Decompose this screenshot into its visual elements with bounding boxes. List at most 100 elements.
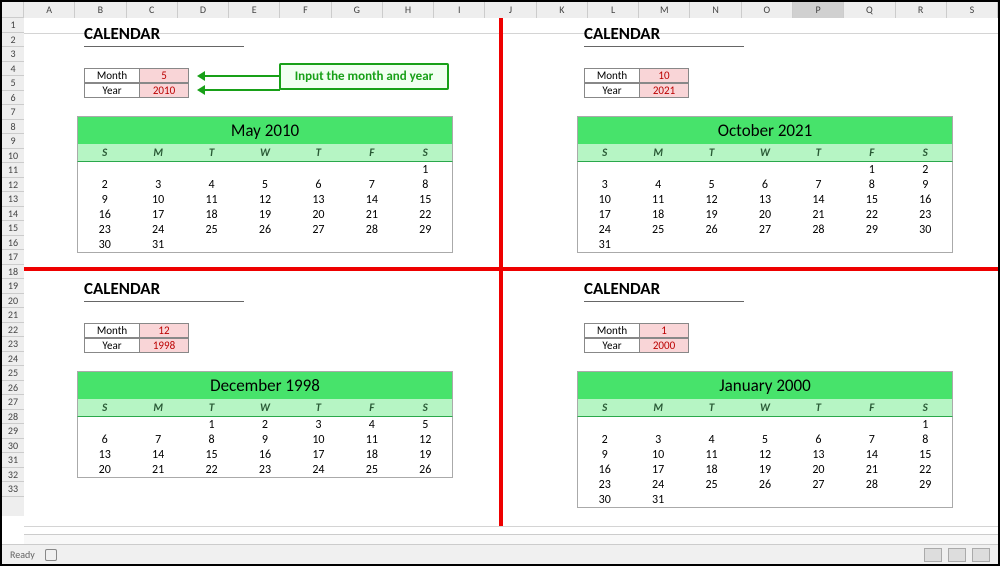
calendar-cell[interactable]: [738, 492, 791, 507]
row-header-9[interactable]: 9: [2, 134, 24, 149]
column-header-K[interactable]: K: [537, 2, 588, 18]
calendar-cell[interactable]: [792, 492, 845, 507]
calendar-cell[interactable]: 13: [292, 192, 345, 207]
calendar-cell[interactable]: 25: [631, 222, 684, 237]
calendar-cell[interactable]: 1: [899, 417, 952, 432]
calendar-cell[interactable]: [685, 492, 738, 507]
row-header-18[interactable]: 18: [2, 265, 24, 280]
calendar-cell[interactable]: 24: [292, 462, 345, 477]
calendar-cell[interactable]: 22: [399, 207, 452, 222]
calendar-cell[interactable]: 23: [899, 207, 952, 222]
row-header-32[interactable]: 32: [2, 468, 24, 483]
row-header-25[interactable]: 25: [2, 366, 24, 381]
calendar-cell[interactable]: 6: [792, 432, 845, 447]
calendar-cell[interactable]: 14: [131, 447, 184, 462]
calendar-cell[interactable]: 14: [345, 192, 398, 207]
calendar-cell[interactable]: 9: [238, 432, 291, 447]
calendar-cell[interactable]: 2: [78, 177, 131, 192]
row-header-26[interactable]: 26: [2, 381, 24, 396]
calendar-cell[interactable]: 27: [292, 222, 345, 237]
calendar-cell[interactable]: 30: [78, 237, 131, 252]
calendar-cell[interactable]: 22: [845, 207, 898, 222]
row-header-3[interactable]: 3: [2, 47, 24, 62]
calendar-cell[interactable]: 14: [792, 192, 845, 207]
row-header-4[interactable]: 4: [2, 62, 24, 77]
worksheet-area[interactable]: CALENDAR Month 5 Year 2010 May 2010 SMTW…: [24, 18, 998, 544]
calendar-cell[interactable]: 21: [845, 462, 898, 477]
row-header-1[interactable]: 1: [2, 18, 24, 33]
calendar-cell[interactable]: 26: [238, 222, 291, 237]
calendar-cell[interactable]: [578, 417, 631, 432]
calendar-cell[interactable]: 4: [685, 432, 738, 447]
calendar-cell[interactable]: 5: [738, 432, 791, 447]
calendar-cell[interactable]: 28: [845, 477, 898, 492]
calendar-cell[interactable]: 11: [685, 447, 738, 462]
column-header-A[interactable]: A: [24, 2, 75, 18]
calendar-cell[interactable]: [845, 492, 898, 507]
calendar-cell[interactable]: 8: [899, 432, 952, 447]
calendar-cell[interactable]: 16: [238, 447, 291, 462]
column-header-R[interactable]: R: [896, 2, 947, 18]
calendar-cell[interactable]: 15: [399, 192, 452, 207]
calendar-cell[interactable]: [738, 237, 791, 252]
row-header-19[interactable]: 19: [2, 279, 24, 294]
calendar-cell[interactable]: 15: [845, 192, 898, 207]
calendar-cell[interactable]: 2: [899, 162, 952, 177]
calendar-cell[interactable]: 4: [631, 177, 684, 192]
calendar-cell[interactable]: 30: [899, 222, 952, 237]
calendar-cell[interactable]: 6: [78, 432, 131, 447]
calendar-cell[interactable]: 24: [631, 477, 684, 492]
calendar-cell[interactable]: 20: [792, 462, 845, 477]
month-input[interactable]: 1: [640, 324, 688, 337]
select-all-button[interactable]: [2, 2, 24, 18]
year-input[interactable]: 2000: [640, 339, 688, 352]
calendar-cell[interactable]: 12: [685, 192, 738, 207]
calendar-cell[interactable]: 25: [185, 222, 238, 237]
calendar-cell[interactable]: [345, 237, 398, 252]
column-header-P[interactable]: P: [793, 2, 844, 18]
month-input[interactable]: 10: [640, 69, 688, 82]
row-header-30[interactable]: 30: [2, 439, 24, 454]
calendar-cell[interactable]: 18: [345, 447, 398, 462]
calendar-cell[interactable]: 29: [845, 222, 898, 237]
calendar-cell[interactable]: 8: [845, 177, 898, 192]
calendar-cell[interactable]: 20: [78, 462, 131, 477]
row-header-20[interactable]: 20: [2, 294, 24, 309]
calendar-cell[interactable]: 28: [345, 222, 398, 237]
calendar-cell[interactable]: [238, 237, 291, 252]
calendar-cell[interactable]: 4: [185, 177, 238, 192]
calendar-cell[interactable]: 26: [738, 477, 791, 492]
calendar-cell[interactable]: 20: [292, 207, 345, 222]
row-header-2[interactable]: 2: [2, 33, 24, 48]
row-header-22[interactable]: 22: [2, 323, 24, 338]
calendar-cell[interactable]: 13: [792, 447, 845, 462]
month-input[interactable]: 5: [140, 69, 188, 82]
row-header-23[interactable]: 23: [2, 337, 24, 352]
calendar-cell[interactable]: 10: [131, 192, 184, 207]
row-header-28[interactable]: 28: [2, 410, 24, 425]
calendar-cell[interactable]: [792, 237, 845, 252]
calendar-cell[interactable]: 26: [399, 462, 452, 477]
calendar-cell[interactable]: 1: [185, 417, 238, 432]
calendar-cell[interactable]: 7: [131, 432, 184, 447]
calendar-cell[interactable]: 23: [78, 222, 131, 237]
calendar-cell[interactable]: 18: [631, 207, 684, 222]
calendar-cell[interactable]: 18: [185, 207, 238, 222]
calendar-cell[interactable]: 16: [899, 192, 952, 207]
calendar-cell[interactable]: 24: [578, 222, 631, 237]
calendar-cell[interactable]: 11: [185, 192, 238, 207]
calendar-cell[interactable]: 7: [792, 177, 845, 192]
calendar-cell[interactable]: 25: [685, 477, 738, 492]
calendar-cell[interactable]: 15: [899, 447, 952, 462]
calendar-cell[interactable]: 8: [185, 432, 238, 447]
calendar-cell[interactable]: 11: [345, 432, 398, 447]
row-header-27[interactable]: 27: [2, 395, 24, 410]
column-header-B[interactable]: B: [75, 2, 126, 18]
calendar-cell[interactable]: 30: [578, 492, 631, 507]
row-header-14[interactable]: 14: [2, 207, 24, 222]
calendar-cell[interactable]: 7: [845, 432, 898, 447]
calendar-cell[interactable]: 2: [238, 417, 291, 432]
calendar-cell[interactable]: 11: [631, 192, 684, 207]
calendar-cell[interactable]: 10: [578, 192, 631, 207]
calendar-cell[interactable]: [738, 417, 791, 432]
